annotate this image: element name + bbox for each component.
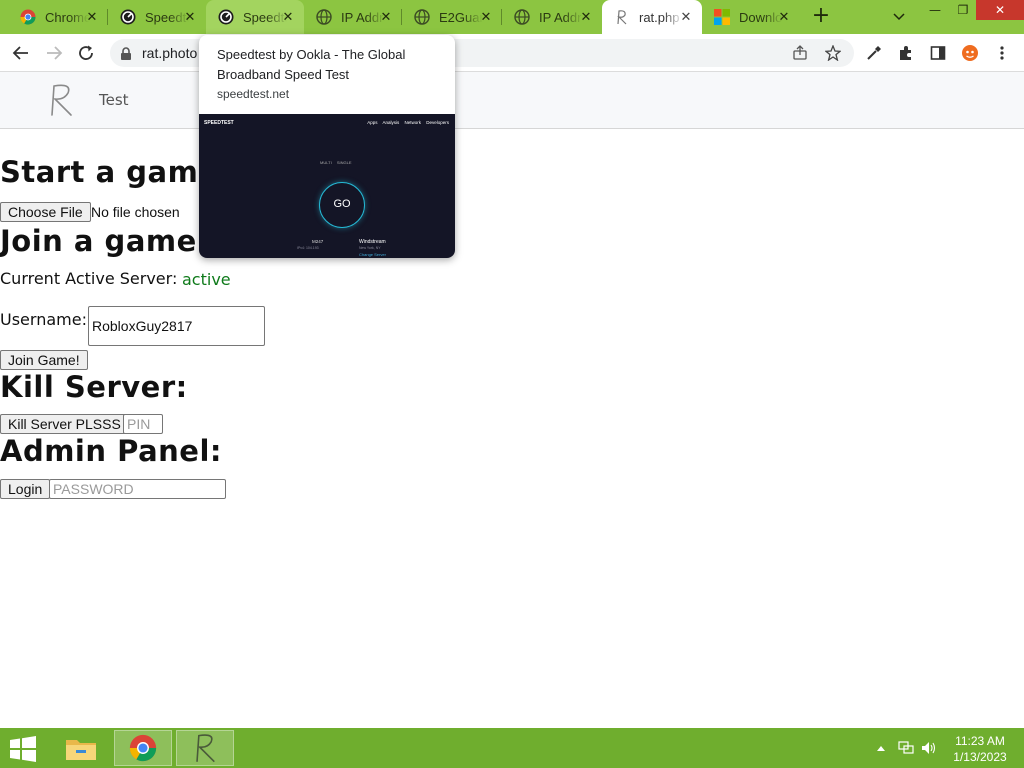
hover-card-title: Speedtest by Ookla - The Global Broadban…: [217, 47, 406, 82]
globe-icon: [316, 9, 332, 25]
globe-icon: [514, 9, 530, 25]
show-hidden-icons-icon[interactable]: [874, 740, 888, 756]
username-label: Username:: [0, 310, 87, 329]
preview-change-server: Change Server: [359, 252, 386, 257]
globe-icon: [414, 9, 430, 25]
chrome-icon: [20, 9, 36, 25]
tab-title: E2Guardian: [439, 9, 483, 25]
username-input[interactable]: RobloxGuy2817: [88, 306, 265, 346]
preview-brand: SPEEDTEST: [204, 120, 234, 126]
close-tab-icon[interactable]: ✕: [182, 9, 198, 25]
restore-button[interactable]: ❐: [948, 0, 978, 20]
speedtest-icon: [120, 9, 136, 25]
r-logo-icon: [614, 9, 630, 25]
preview-host: M247: [312, 239, 324, 244]
site-title[interactable]: Test: [99, 91, 129, 109]
join-game-button[interactable]: Join Game!: [0, 350, 88, 370]
reload-icon[interactable]: [75, 42, 97, 64]
taskbar-clock[interactable]: 11:23 AM 1/13/2023: [944, 733, 1016, 765]
r-app-taskbar-icon[interactable]: [176, 730, 234, 766]
preview-isp-location: New York, NY: [359, 246, 381, 250]
choose-file-button[interactable]: Choose File: [0, 202, 91, 222]
chrome-taskbar-icon[interactable]: [114, 730, 172, 766]
server-label: Current Active Server:: [0, 269, 178, 288]
profile-avatar-icon[interactable]: [960, 43, 980, 63]
tab-chrome[interactable]: Chrome ✕: [8, 0, 108, 34]
tab-e2guardian[interactable]: E2Guardian ✕: [402, 0, 502, 34]
close-tab-icon[interactable]: ✕: [84, 9, 100, 25]
close-tab-icon[interactable]: ✕: [478, 9, 494, 25]
file-status: No file chosen: [91, 204, 180, 220]
close-window-button[interactable]: ✕: [976, 0, 1024, 20]
tab-title: rat.php: [639, 9, 680, 25]
join-game-heading: Join a game:: [0, 224, 209, 258]
preview-options: MULTI SINGLE: [320, 160, 352, 165]
close-tab-icon[interactable]: ✕: [378, 9, 394, 25]
network-icon[interactable]: [897, 740, 915, 756]
url-text: rat.photo: [142, 45, 198, 61]
login-button[interactable]: Login: [0, 479, 51, 499]
menu-kebab-icon[interactable]: [992, 43, 1012, 63]
tab-rat-php[interactable]: rat.php ✕: [602, 0, 702, 34]
tab-ip-address-1[interactable]: IP Address ✕: [304, 0, 402, 34]
tab-title: IP Address: [539, 9, 583, 25]
kill-server-button[interactable]: Kill Server PLSSS: [0, 414, 129, 434]
share-icon[interactable]: [790, 43, 810, 63]
site-header: Test: [0, 72, 1024, 129]
lock-icon[interactable]: [120, 46, 132, 65]
close-tab-icon[interactable]: ✕: [280, 9, 296, 25]
site-logo[interactable]: [46, 83, 76, 117]
close-tab-icon[interactable]: ✕: [678, 9, 694, 25]
forward-arrow-icon[interactable]: [43, 42, 65, 64]
hover-card-domain: speedtest.net: [217, 87, 290, 101]
tab-hover-card: Speedtest by Ookla - The Global Broadban…: [199, 35, 455, 258]
clock-time: 11:23 AM: [955, 734, 1005, 748]
tab-search-chevron-icon[interactable]: [886, 6, 912, 28]
browser-toolbar: rat.photo: [0, 34, 1024, 72]
pin-input[interactable]: PIN: [123, 414, 163, 434]
preview-go-button: GO: [319, 182, 365, 228]
bookmark-star-icon[interactable]: [823, 43, 843, 63]
tab-title: Chrome: [45, 9, 89, 25]
password-input[interactable]: PASSWORD: [49, 479, 226, 499]
page-content: Start a game: Choose File No file chosen…: [0, 129, 1024, 728]
file-explorer-icon[interactable]: [52, 730, 110, 766]
hover-card-preview: SPEEDTEST Apps Analysis Network Develope…: [199, 114, 455, 258]
back-arrow-icon[interactable]: [10, 42, 32, 64]
admin-panel-heading: Admin Panel:: [0, 434, 222, 468]
tab-download[interactable]: Download ✕: [702, 0, 800, 34]
kill-server-heading: Kill Server:: [0, 370, 188, 404]
preview-isp: Windstream: [359, 239, 386, 245]
windows-taskbar: 11:23 AM 1/13/2023: [0, 728, 1024, 768]
extensions-puzzle-icon[interactable]: [896, 43, 916, 63]
server-status: active: [182, 270, 231, 289]
clock-date: 1/13/2023: [953, 750, 1007, 764]
close-tab-icon[interactable]: ✕: [776, 9, 792, 25]
speedtest-icon: [218, 9, 234, 25]
microsoft-icon: [714, 9, 730, 25]
tab-ip-address-2[interactable]: IP Address ✕: [502, 0, 602, 34]
start-game-heading: Start a game:: [0, 155, 231, 189]
minimize-button[interactable]: —: [920, 0, 950, 20]
tab-strip: Chrome ✕ Speedtest ✕ Speedtest ✕ IP Addr…: [0, 0, 1024, 34]
new-tab-button[interactable]: +: [808, 5, 834, 29]
windows-start-icon[interactable]: [8, 736, 40, 762]
close-tab-icon[interactable]: ✕: [578, 9, 594, 25]
preview-host-detail: IPv4: 104.193: [297, 246, 319, 250]
volume-icon[interactable]: [920, 740, 938, 756]
preview-nav: Apps Analysis Network Developers: [367, 120, 449, 125]
tab-speedtest-2[interactable]: Speedtest ✕: [206, 0, 304, 34]
tab-speedtest-1[interactable]: Speedtest ✕: [108, 0, 206, 34]
eyedropper-icon[interactable]: [864, 43, 884, 63]
side-panel-icon[interactable]: [928, 43, 948, 63]
